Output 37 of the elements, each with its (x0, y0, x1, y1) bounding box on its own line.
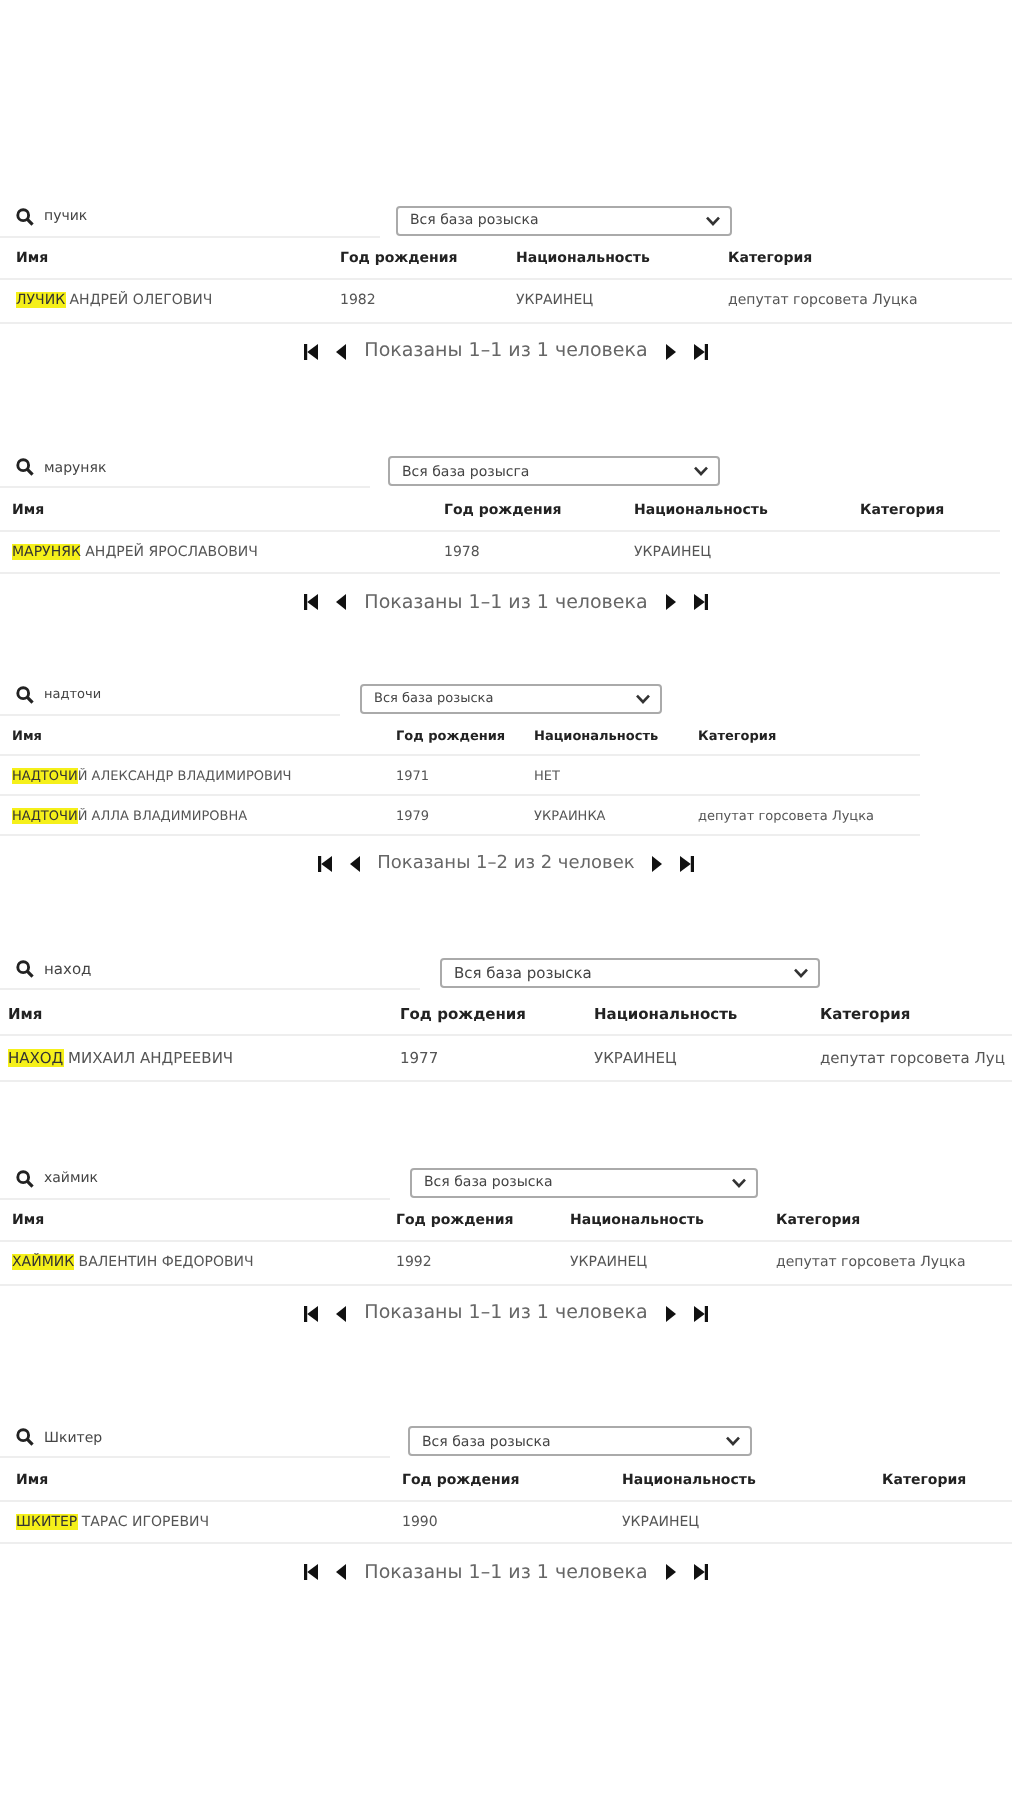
previous-page-icon[interactable] (336, 1564, 347, 1581)
previous-page-icon[interactable] (336, 343, 347, 360)
search-icon (16, 1169, 34, 1187)
results-count: Показаны 1–1 из 1 человека (364, 1561, 648, 1584)
search-icon (16, 458, 34, 477)
last-page-icon[interactable] (693, 1305, 708, 1322)
last-page-icon[interactable] (680, 856, 695, 873)
chevron-down-icon (732, 1177, 746, 1187)
first-page-icon[interactable] (304, 1305, 319, 1322)
results-count: Показаны 1–1 из 1 человека (364, 591, 648, 614)
chevron-down-icon (694, 466, 708, 477)
last-page-icon[interactable] (693, 343, 708, 360)
first-page-icon[interactable] (304, 1564, 319, 1581)
next-page-icon[interactable] (652, 856, 663, 873)
chevron-down-icon (636, 693, 650, 704)
chevron-down-icon (726, 1436, 740, 1447)
results-count: Показаны 1–2 из 2 человек (377, 854, 635, 875)
next-page-icon[interactable] (665, 343, 676, 360)
first-page-icon[interactable] (317, 856, 332, 873)
last-page-icon[interactable] (693, 594, 708, 611)
chevron-down-icon (794, 967, 808, 978)
results-count: Показаны 1–1 из 1 человека (364, 1302, 648, 1325)
first-page-icon[interactable] (304, 343, 319, 360)
previous-page-icon[interactable] (336, 594, 347, 611)
next-page-icon[interactable] (665, 1305, 676, 1322)
previous-page-icon[interactable] (349, 856, 360, 873)
next-page-icon[interactable] (665, 594, 676, 611)
search-icon (16, 685, 34, 704)
results-count: Показаны 1–1 из 1 человека (364, 340, 648, 363)
previous-page-icon[interactable] (336, 1305, 347, 1322)
search-icon (16, 207, 34, 225)
search-icon (16, 1428, 34, 1447)
search-icon (16, 959, 34, 978)
last-page-icon[interactable] (693, 1564, 708, 1581)
chevron-down-icon (706, 215, 720, 225)
next-page-icon[interactable] (665, 1564, 676, 1581)
first-page-icon[interactable] (304, 594, 319, 611)
